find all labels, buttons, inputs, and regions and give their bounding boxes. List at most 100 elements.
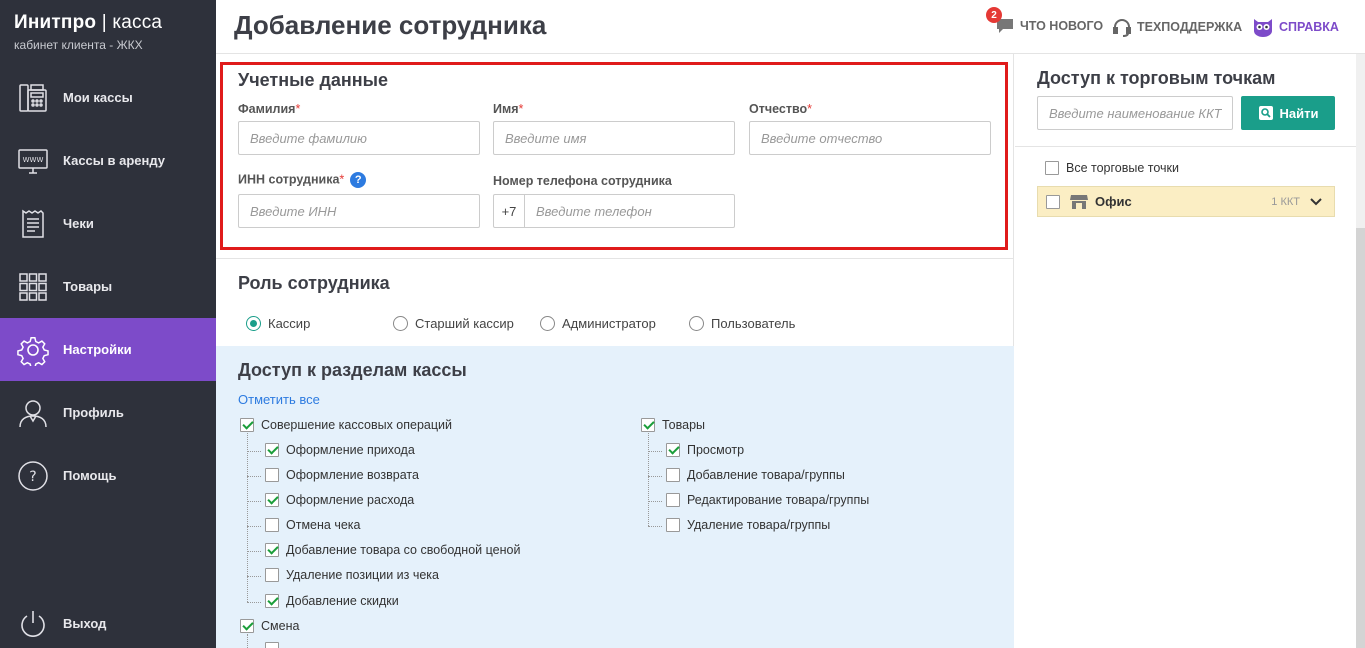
radio-button[interactable] [246,316,261,331]
whats-new-link[interactable]: 2 ЧТО НОВОГО [986,7,1103,35]
sidebar-item-label: Мои кассы [63,90,133,105]
required-mark: * [339,172,345,187]
find-button[interactable]: Найти [1241,96,1335,130]
middle-name-input[interactable]: Введите отчество [749,121,991,155]
sidebar-item-logout[interactable]: Выход [0,592,216,648]
radio-button[interactable] [540,316,555,331]
inn-input[interactable]: Введите ИНН [238,194,480,228]
perm-checkbox[interactable]: Добавление скидки [265,594,399,608]
sidebar-item-my-cash[interactable]: Мои кассы [0,66,216,129]
role-radio-senior-cashier[interactable]: Старший кассир [393,316,514,331]
shift-checkbox[interactable]: Смена [240,619,299,633]
header: Добавление сотрудника 2 ЧТО НОВОГО ТЕХПО… [216,0,1365,54]
radio-label: Кассир [268,316,311,331]
checkbox[interactable] [265,594,279,608]
sidebar-item-settings[interactable]: Настройки [0,318,216,381]
role-radio-admin[interactable]: Администратор [540,316,656,331]
perm-checkbox[interactable]: Просмотр [666,443,744,457]
perm-checkbox[interactable]: Удаление позиции из чека [265,568,439,582]
checkbox[interactable] [666,443,680,457]
checkbox[interactable] [1046,194,1060,209]
perm-checkbox[interactable]: Отмена чека [265,518,360,532]
checkbox[interactable] [666,493,680,507]
sidebar-item-profile[interactable]: Профиль [0,381,216,444]
sidebar-item-receipts[interactable]: Чеки [0,192,216,255]
tree-line [247,576,261,577]
perm-checkbox[interactable]: Оформление прихода [265,443,415,457]
brand[interactable]: Инитпро | касса кабинет клиента - ЖКХ [0,0,216,66]
perm-checkbox[interactable]: Добавление товара/группы [666,468,845,482]
all-stores-checkbox[interactable]: Все торговые точки [1045,161,1179,175]
svg-text:WWW: WWW [23,156,44,164]
tree-line [648,433,649,526]
checkbox[interactable] [265,543,279,557]
sidebar-item-help[interactable]: ? Помощь [0,444,216,507]
tree-line [247,501,261,502]
checkbox-label: Отмена чека [286,518,361,532]
support-link[interactable]: ТЕХПОДДЕРЖКА [1112,17,1242,37]
checkbox-label: Добавление товара/группы [687,468,845,482]
cash-ops-checkbox[interactable]: Совершение кассовых операций [240,418,452,432]
tree-line [247,451,261,452]
perm-checkbox[interactable]: Оформление расхода [265,493,414,507]
radio-button[interactable] [393,316,408,331]
tree-line [247,551,261,552]
sidebar-item-label: Товары [63,279,113,294]
checkbox[interactable] [666,468,680,482]
gear-icon [16,333,50,367]
help-link[interactable]: СПРАВКА [1252,17,1339,37]
checkbox[interactable] [1045,161,1059,175]
checkbox[interactable] [265,642,279,648]
brand-title: Инитпро | касса [14,12,202,34]
checkbox-label: Смена [261,619,300,633]
tree-line [247,526,261,527]
headset-icon [1112,17,1137,37]
checkbox-label: Просмотр [687,443,745,457]
checkbox-label: Совершение кассовых операций [261,418,453,432]
goods-checkbox[interactable]: Товары [641,418,705,432]
chevron-down-icon[interactable] [1310,197,1322,206]
first-name-input[interactable]: Введите имя [493,121,735,155]
page-title: Добавление сотрудника [234,10,547,40]
kkt-search-input[interactable]: Введите наименование ККТ [1037,96,1233,130]
perm-checkbox-partial[interactable] [265,642,286,648]
sidebar: Инитпро | касса кабинет клиента - ЖКХ Мо… [0,0,216,648]
main-content: Учетные данные Фамилия* Введите фамилию … [216,54,1014,648]
inn-label-text: ИНН сотрудника [238,172,340,187]
scrollbar-thumb[interactable] [1356,228,1365,648]
store-row[interactable]: Офис 1 ККТ [1037,186,1335,217]
checkbox[interactable] [265,493,279,507]
phone-input[interactable]: +7 Введите телефон [493,194,735,228]
svg-text:?: ? [29,469,36,485]
radio-button[interactable] [689,316,704,331]
last-name-input[interactable]: Введите фамилию [238,121,480,155]
role-radio-cashier[interactable]: Кассир [246,316,310,331]
last-name-label: Фамилия* [238,102,300,116]
store-kkt-count: 1 ККТ [1271,195,1300,208]
checkbox[interactable] [265,568,279,582]
perm-checkbox[interactable]: Удаление товара/группы [666,518,830,532]
checkbox[interactable] [666,518,680,532]
role-section: Роль сотрудника Кассир Старший кассир Ад… [216,258,1014,346]
role-radio-user[interactable]: Пользователь [689,316,795,331]
checkbox[interactable] [641,418,655,432]
sidebar-item-rent[interactable]: WWW Кассы в аренду [0,129,216,192]
first-name-placeholder: Введите имя [505,130,587,146]
perm-checkbox[interactable]: Редактирование товара/группы [666,493,869,507]
perm-checkbox[interactable]: Оформление возврата [265,468,419,482]
sidebar-item-goods[interactable]: Товары [0,255,216,318]
required-mark: * [807,102,812,116]
stores-panel: Доступ к торговым точкам Введите наимено… [1015,54,1356,648]
role-title: Роль сотрудника [238,273,390,293]
select-all-link[interactable]: Отметить все [238,392,320,407]
checkbox[interactable] [265,518,279,532]
help-circle-icon[interactable]: ? [350,172,367,188]
checkbox[interactable] [240,619,254,633]
checkbox[interactable] [265,468,279,482]
checkbox[interactable] [240,418,254,432]
checkbox[interactable] [265,443,279,457]
perm-checkbox[interactable]: Добавление товара со свободной ценой [265,543,520,557]
sidebar-item-label: Профиль [63,405,124,420]
tree-line [648,451,662,452]
checkbox-label: Оформление прихода [286,443,415,457]
